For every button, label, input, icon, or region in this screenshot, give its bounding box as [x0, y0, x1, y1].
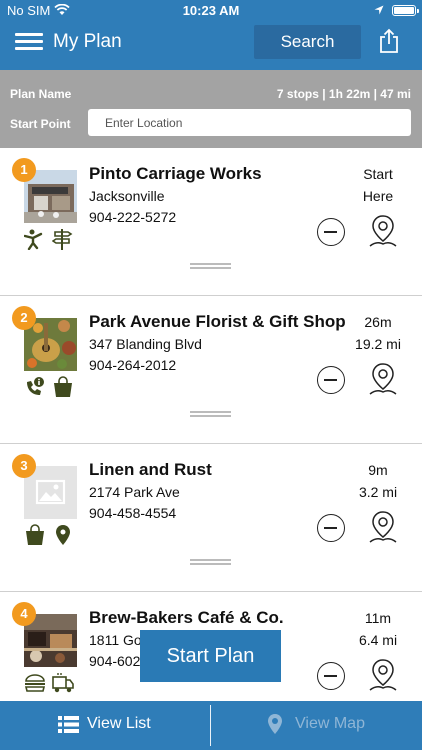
start-location-input[interactable]: [88, 109, 411, 136]
map-pin-button[interactable]: [369, 658, 397, 692]
remove-stop-button[interactable]: [317, 366, 345, 394]
stop-drive-time: 9m: [368, 462, 388, 478]
tab-view-map-label: View Map: [295, 715, 365, 732]
stop-address: 1811 Go: [89, 632, 142, 648]
stop-name[interactable]: Brew-Bakers Café & Co.: [89, 608, 284, 628]
plan-info-bar: Plan Name 7 stops | 1h 22m | 47 mi Start…: [0, 70, 422, 148]
amenity-icons: [23, 228, 74, 251]
map-pin-icon: [268, 714, 282, 734]
menu-icon[interactable]: [15, 31, 43, 53]
stop-distance: 19.2 mi: [355, 336, 401, 352]
drag-handle[interactable]: [190, 559, 231, 565]
header: No SIM 10:23 AM My Plan Search: [0, 0, 422, 70]
tab-view-list-label: View List: [87, 715, 151, 732]
app: No SIM 10:23 AM My Plan Search Plan Name…: [0, 0, 422, 750]
drag-handle[interactable]: [190, 411, 231, 417]
stop-drive-time: 11m: [364, 610, 392, 626]
drag-handle[interactable]: [190, 263, 231, 269]
plan-name-label: Plan Name: [10, 87, 72, 101]
shopping-bag-icon: [52, 376, 74, 398]
location-pin-icon: [52, 524, 74, 546]
shopping-bag-icon: [24, 524, 46, 546]
amenity-icons: [24, 672, 74, 694]
start-point-label: Start Point: [10, 117, 71, 131]
list-icon: [58, 716, 79, 733]
stop-phone[interactable]: 904-602: [89, 653, 140, 669]
burger-icon: [24, 672, 46, 694]
share-icon[interactable]: [378, 28, 400, 54]
stop-number-badge: 2: [12, 306, 36, 330]
stop-name[interactable]: Pinto Carriage Works: [89, 164, 262, 184]
stop-number-badge: 3: [12, 454, 36, 478]
stop-phone[interactable]: 904-264-2012: [89, 357, 176, 373]
map-pin-button[interactable]: [369, 510, 397, 544]
phone-info-icon: [24, 376, 46, 398]
stop-phone[interactable]: 904-458-4554: [89, 505, 176, 521]
amenity-icons: [24, 376, 74, 398]
stop-distance: Here: [362, 188, 394, 204]
stop-distance: 6.4 mi: [358, 632, 398, 648]
plan-summary: 7 stops | 1h 22m | 47 mi: [276, 87, 411, 101]
search-button[interactable]: Search: [254, 25, 361, 59]
status-bar: No SIM 10:23 AM: [0, 0, 422, 22]
stop-card[interactable]: 2 Park Avenue Florist & Gift Shop 347 Bl…: [0, 296, 422, 444]
page-title: My Plan: [53, 31, 122, 52]
stop-address: 347 Blanding Blvd: [89, 336, 202, 352]
food-truck-icon: [52, 672, 74, 694]
start-plan-button[interactable]: Start Plan: [140, 630, 281, 682]
tab-view-map[interactable]: View Map: [211, 701, 422, 750]
stop-card[interactable]: 3 Linen and Rust 2174 Park Ave 904-458-4…: [0, 444, 422, 592]
stop-distance: 3.2 mi: [358, 484, 398, 500]
amenity-icons: [24, 524, 74, 546]
signpost-icon: [51, 228, 74, 250]
stop-name[interactable]: Linen and Rust: [89, 460, 212, 480]
battery-icon: [392, 5, 419, 16]
map-pin-button[interactable]: [369, 214, 397, 248]
nav-bar: My Plan Search: [0, 22, 422, 70]
stop-phone[interactable]: 904-222-5272: [89, 209, 176, 225]
remove-stop-button[interactable]: [317, 514, 345, 542]
stop-list: 1 Pinto Carriage Works Jacksonville 904-…: [0, 148, 422, 701]
location-arrow-icon: [374, 5, 384, 15]
dance-icon: [23, 228, 46, 251]
stop-drive-time: 26m: [364, 314, 392, 330]
stop-number-badge: 1: [12, 158, 36, 182]
stop-card[interactable]: 1 Pinto Carriage Works Jacksonville 904-…: [0, 148, 422, 296]
stop-number-badge: 4: [12, 602, 36, 626]
stop-drive-time: Start: [363, 166, 393, 182]
tab-view-list[interactable]: View List: [0, 701, 211, 750]
clock-text: 10:23 AM: [182, 3, 240, 18]
stop-address: 2174 Park Ave: [89, 484, 180, 500]
remove-stop-button[interactable]: [317, 662, 345, 690]
stop-name[interactable]: Park Avenue Florist & Gift Shop: [89, 312, 346, 332]
bottom-tab-bar: View List View Map: [0, 701, 422, 750]
map-pin-button[interactable]: [369, 362, 397, 396]
stop-address: Jacksonville: [89, 188, 165, 204]
remove-stop-button[interactable]: [317, 218, 345, 246]
